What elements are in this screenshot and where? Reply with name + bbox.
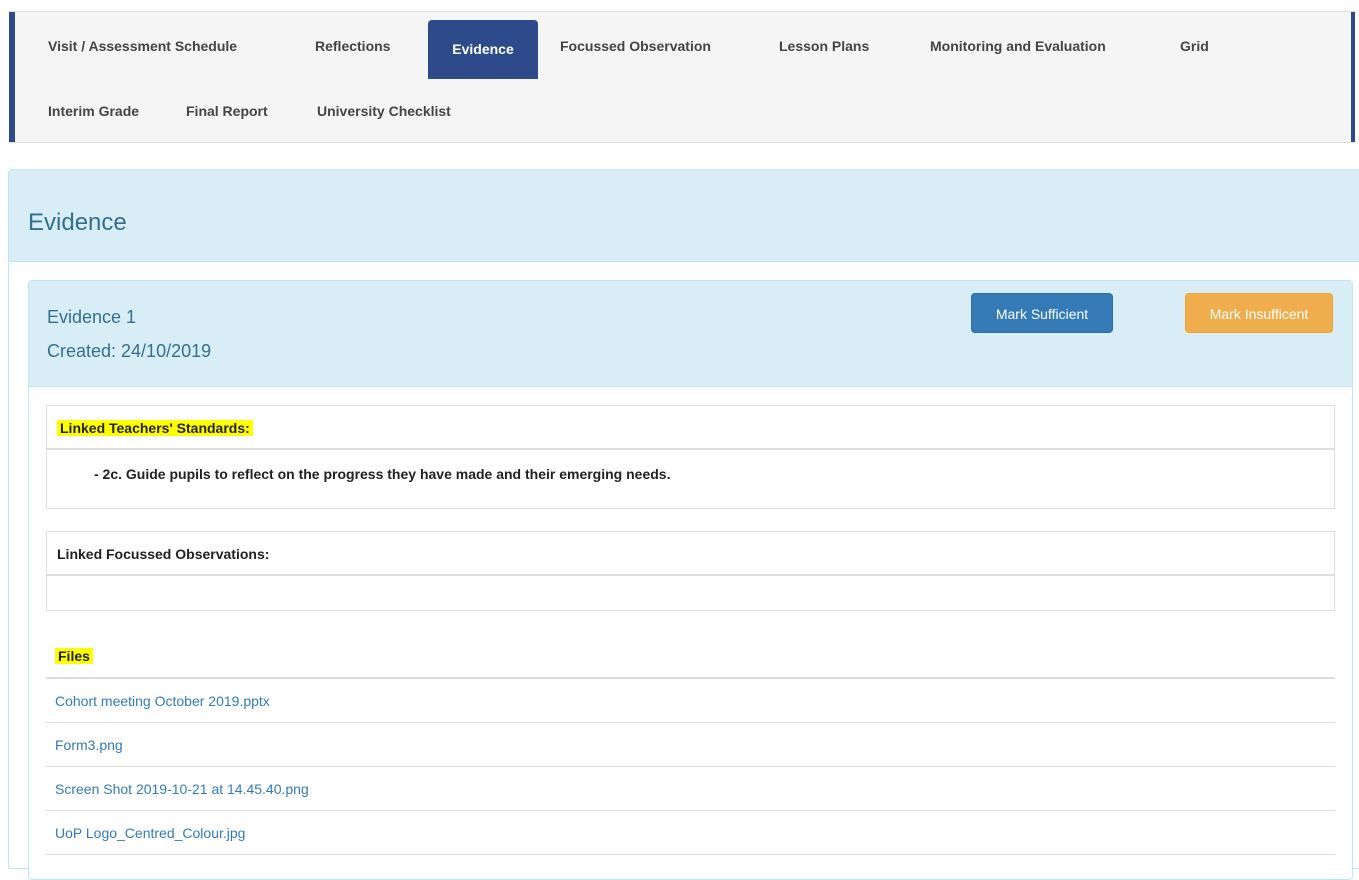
tab-visit-assessment-schedule[interactable]: Visit / Assessment Schedule xyxy=(48,31,237,61)
tab-final-report[interactable]: Final Report xyxy=(186,96,268,126)
top-tab-nav: Visit / Assessment Schedule Reflections … xyxy=(9,11,1355,143)
evidence-created-date: Created: 24/10/2019 xyxy=(47,341,212,361)
linked-standards-table: Linked Teachers' Standards: - 2c. Guide … xyxy=(46,405,1335,509)
linked-observations-empty-row xyxy=(47,576,1334,608)
files-label: Files xyxy=(55,648,93,664)
file-link-cohort-meeting[interactable]: Cohort meeting October 2019.pptx xyxy=(55,693,270,709)
file-row: UoP Logo_Centred_Colour.jpg xyxy=(46,811,1335,855)
tab-focussed-observation[interactable]: Focussed Observation xyxy=(560,31,711,61)
evidence-item-heading: Evidence 1 Created: 24/10/2019 Mark Suff… xyxy=(29,281,1352,387)
linked-standard-row: - 2c. Guide pupils to reflect on the pro… xyxy=(94,466,671,482)
evidence-section-panel: Evidence Evidence 1 Created: 24/10/2019 … xyxy=(8,169,1359,880)
page-title: Evidence xyxy=(28,209,127,236)
evidence-item-panel: Evidence 1 Created: 24/10/2019 Mark Suff… xyxy=(28,280,1353,880)
evidence-section-heading: Evidence xyxy=(9,170,1359,262)
linked-standards-label: Linked Teachers' Standards: xyxy=(57,420,253,436)
file-row: Form3.png xyxy=(46,723,1335,767)
tab-grid[interactable]: Grid xyxy=(1180,31,1209,61)
file-row: Screen Shot 2019-10-21 at 14.45.40.png xyxy=(46,767,1335,811)
tab-evidence[interactable]: Evidence xyxy=(428,20,538,79)
tab-lesson-plans[interactable]: Lesson Plans xyxy=(779,31,869,61)
file-row: Cohort meeting October 2019.pptx xyxy=(46,679,1335,723)
file-link-form3[interactable]: Form3.png xyxy=(55,737,123,753)
tab-evidence-label: Evidence xyxy=(452,41,514,57)
linked-observations-table: Linked Focussed Observations: xyxy=(46,531,1335,611)
tab-monitoring-and-evaluation[interactable]: Monitoring and Evaluation xyxy=(930,31,1106,61)
evidence-name: Evidence 1 xyxy=(47,307,137,327)
tab-interim-grade[interactable]: Interim Grade xyxy=(48,96,139,126)
files-heading: Files xyxy=(55,648,93,664)
tab-university-checklist[interactable]: University Checklist xyxy=(317,96,451,126)
mark-insufficient-button[interactable]: Mark Insufficent xyxy=(1185,293,1333,333)
nav-left-accent xyxy=(9,12,15,142)
file-link-screen-shot[interactable]: Screen Shot 2019-10-21 at 14.45.40.png xyxy=(55,781,309,797)
linked-observations-header: Linked Focussed Observations: xyxy=(47,532,1334,576)
mark-sufficient-button[interactable]: Mark Sufficient xyxy=(971,293,1113,333)
nav-right-accent xyxy=(1351,12,1355,142)
tab-reflections[interactable]: Reflections xyxy=(315,31,390,61)
file-link-uop-logo[interactable]: UoP Logo_Centred_Colour.jpg xyxy=(55,825,245,841)
linked-standards-header: Linked Teachers' Standards: xyxy=(47,406,1334,450)
